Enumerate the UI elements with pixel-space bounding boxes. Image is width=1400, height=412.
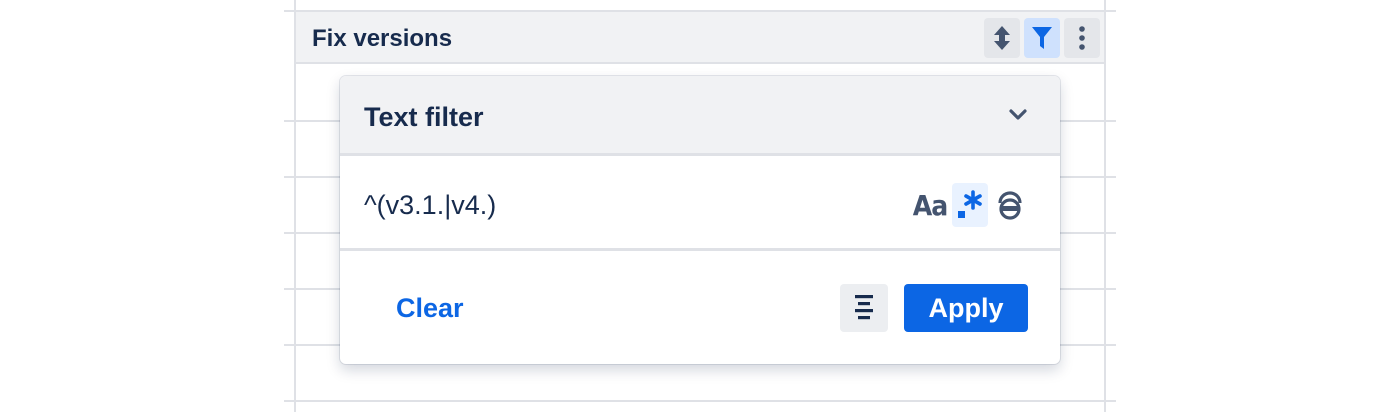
match-case-toggle[interactable]: Aa [912,183,948,227]
apply-button[interactable]: Apply [904,284,1028,332]
column-title: Fix versions [312,25,453,52]
whole-word-toggle[interactable] [992,183,1028,227]
align-center-icon [855,295,873,320]
regex-toggle[interactable] [952,183,988,227]
filter-footer: Clear Apply [340,254,1060,364]
regex-icon [958,190,982,218]
filter-text-input[interactable] [364,185,884,225]
more-vertical-icon [1079,26,1085,50]
filter-input-row: Aa [340,159,1060,251]
sort-button[interactable] [984,18,1020,58]
clear-button[interactable]: Clear [380,288,480,328]
column-header: Fix versions [296,12,1104,64]
column-menu-button[interactable] [1064,18,1100,58]
text-filter-popup: Text filter Aa [340,76,1060,364]
sort-icon [994,26,1010,50]
whole-word-icon [998,191,1022,220]
filter-icon [1032,27,1052,49]
filter-type-title: Text filter [364,102,484,132]
chevron-down-icon [1009,109,1027,120]
match-case-label: Aa [912,188,948,222]
filter-mode-button[interactable] [840,284,888,332]
filter-type-selector[interactable]: Text filter [340,76,1060,156]
filter-button[interactable] [1024,18,1060,58]
